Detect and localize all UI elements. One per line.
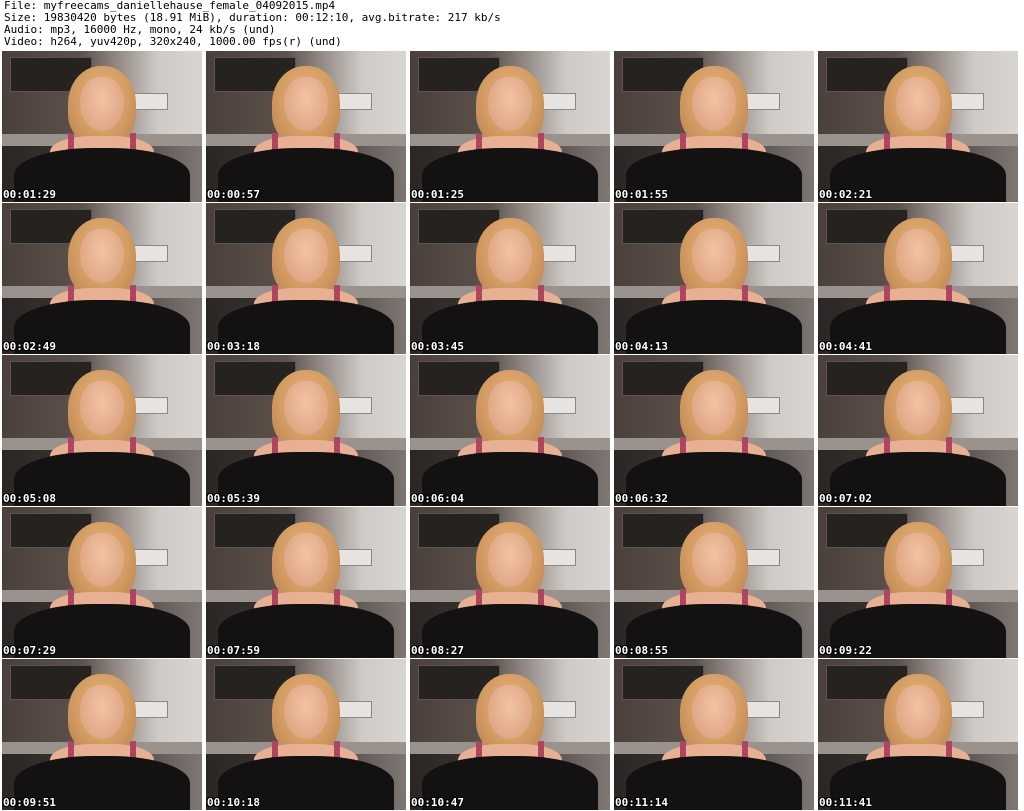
thumbnail-timestamp: 00:10:18 [207, 796, 260, 809]
video-line: Video: h264, yuv420p, 320x240, 1000.00 f… [4, 35, 342, 48]
thumbnail-timestamp: 00:03:18 [207, 340, 260, 353]
thumbnail-timestamp: 00:01:29 [3, 188, 56, 201]
thumbnail-timestamp: 00:01:55 [615, 188, 668, 201]
video-thumbnail: 00:03:45 [410, 203, 610, 354]
thumbnail-timestamp: 00:11:14 [615, 796, 668, 809]
video-thumbnail: 00:11:14 [614, 659, 814, 810]
thumbnail-timestamp: 00:02:49 [3, 340, 56, 353]
thumbnail-timestamp: 00:02:21 [819, 188, 872, 201]
video-thumbnail: 00:07:29 [2, 507, 202, 658]
thumbnail-timestamp: 00:09:51 [3, 796, 56, 809]
thumbnail-timestamp: 00:04:13 [615, 340, 668, 353]
media-info-header: File: myfreecams_daniellehause_female_04… [4, 0, 501, 48]
thumbnail-timestamp: 00:05:08 [3, 492, 56, 505]
video-thumbnail: 00:11:41 [818, 659, 1018, 810]
thumbnail-grid: 00:01:29 00:00:57 00:01:25 00:01:55 00:02:21… [2, 51, 1022, 811]
video-thumbnail: 00:04:41 [818, 203, 1018, 354]
thumbnail-timestamp: 00:07:59 [207, 644, 260, 657]
video-thumbnail: 00:10:18 [206, 659, 406, 810]
video-thumbnail: 00:07:02 [818, 355, 1018, 506]
video-thumbnail: 00:00:57 [206, 51, 406, 202]
video-thumbnail: 00:07:59 [206, 507, 406, 658]
thumbnail-timestamp: 00:03:45 [411, 340, 464, 353]
thumbnail-timestamp: 00:04:41 [819, 340, 872, 353]
thumbnail-timestamp: 00:08:55 [615, 644, 668, 657]
thumbnail-timestamp: 00:06:32 [615, 492, 668, 505]
thumbnail-timestamp: 00:05:39 [207, 492, 260, 505]
video-thumbnail: 00:02:49 [2, 203, 202, 354]
video-thumbnail: 00:04:13 [614, 203, 814, 354]
video-thumbnail: 00:03:18 [206, 203, 406, 354]
thumbnail-timestamp: 00:00:57 [207, 188, 260, 201]
video-thumbnail: 00:01:25 [410, 51, 610, 202]
video-thumbnail: 00:08:27 [410, 507, 610, 658]
video-thumbnail: 00:05:39 [206, 355, 406, 506]
thumbnail-timestamp: 00:06:04 [411, 492, 464, 505]
video-thumbnail: 00:09:22 [818, 507, 1018, 658]
thumbnail-timestamp: 00:08:27 [411, 644, 464, 657]
thumbnail-timestamp: 00:07:02 [819, 492, 872, 505]
video-thumbnail: 00:06:04 [410, 355, 610, 506]
video-thumbnail: 00:10:47 [410, 659, 610, 810]
video-thumbnail: 00:01:29 [2, 51, 202, 202]
thumbnail-timestamp: 00:01:25 [411, 188, 464, 201]
thumbnail-timestamp: 00:09:22 [819, 644, 872, 657]
video-thumbnail: 00:02:21 [818, 51, 1018, 202]
video-thumbnail: 00:06:32 [614, 355, 814, 506]
thumbnail-timestamp: 00:11:41 [819, 796, 872, 809]
thumbnail-timestamp: 00:10:47 [411, 796, 464, 809]
video-thumbnail: 00:09:51 [2, 659, 202, 810]
video-thumbnail: 00:08:55 [614, 507, 814, 658]
video-thumbnail: 00:05:08 [2, 355, 202, 506]
thumbnail-timestamp: 00:07:29 [3, 644, 56, 657]
video-thumbnail: 00:01:55 [614, 51, 814, 202]
